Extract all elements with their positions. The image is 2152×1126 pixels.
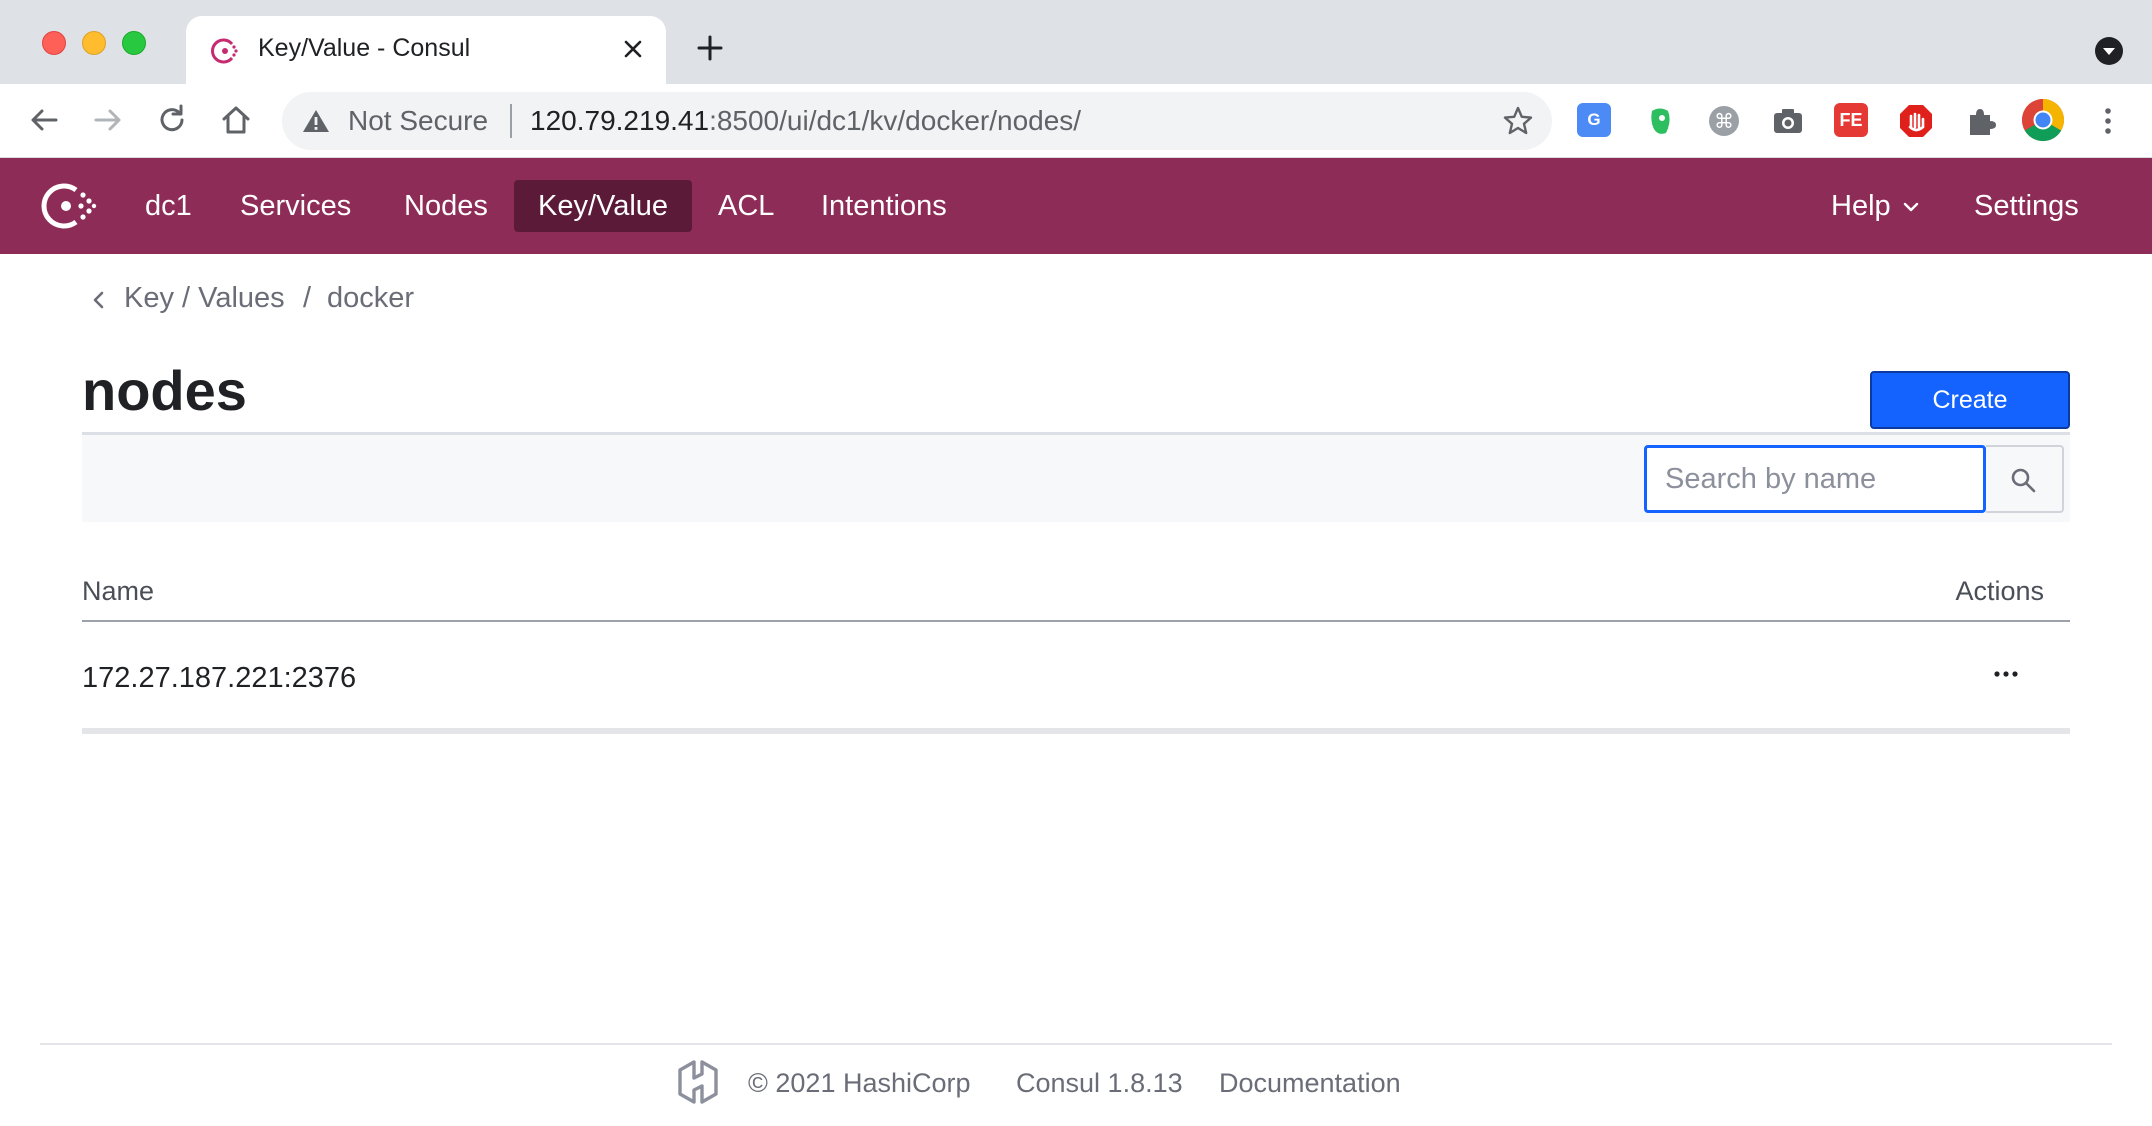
nav-item-intentions[interactable]: Intentions [797, 180, 971, 232]
camera-extension-icon[interactable] [1770, 103, 1806, 139]
warning-triangle-icon [303, 110, 329, 132]
evernote-extension-icon[interactable] [1642, 103, 1678, 139]
nav-item-services[interactable]: Services [216, 180, 375, 232]
more-horizontal-icon[interactable] [1982, 656, 2030, 692]
footer-documentation-link[interactable]: Documentation [1219, 1068, 1401, 1099]
url-host: 120.79.219.41 [530, 105, 710, 136]
footer-version[interactable]: Consul 1.8.13 [1016, 1068, 1183, 1099]
extensions-puzzle-icon[interactable] [1962, 103, 1998, 139]
not-secure-label: Not Secure [348, 105, 489, 136]
footer-divider [40, 1043, 2112, 1045]
forward-arrow-icon[interactable] [90, 102, 126, 138]
svg-text:⌘: ⌘ [1714, 109, 1734, 133]
maximize-window-button[interactable] [122, 31, 146, 55]
hashicorp-logo-icon[interactable] [676, 1058, 720, 1106]
nav-datacenter-dc1[interactable]: dc1 [121, 180, 216, 232]
browser-toolbar: Not Secure 120.79.219.41:8500/ui/dc1/kv/… [0, 84, 2152, 158]
chevron-down-icon [1903, 203, 1918, 212]
consul-top-nav: dc1 Services Nodes Key/Value ACL Intenti… [0, 158, 2152, 254]
page-title: nodes [82, 359, 247, 422]
nav-help-menu[interactable]: Help [1807, 180, 1943, 232]
nav-item-acl[interactable]: ACL [694, 180, 798, 232]
breadcrumb-separator: / [303, 282, 312, 314]
browser-titlebar: Key/Value - Consul [0, 0, 2152, 84]
table-header: Name Actions [82, 560, 2070, 622]
browser-tab-active[interactable]: Key/Value - Consul [186, 16, 666, 84]
nav-settings[interactable]: Settings [1950, 180, 2103, 232]
fe-extension-icon[interactable]: FE [1834, 103, 1868, 137]
consul-logo-icon[interactable] [38, 178, 98, 234]
tab-title: Key/Value - Consul [258, 34, 471, 62]
address-separator [510, 104, 512, 138]
table-row[interactable]: 172.27.187.221:2376 [82, 622, 2070, 734]
address-bar[interactable]: Not Secure 120.79.219.41:8500/ui/dc1/kv/… [282, 92, 1552, 150]
nav-item-nodes[interactable]: Nodes [380, 180, 512, 232]
close-tab-icon[interactable] [618, 34, 648, 64]
nav-help-label: Help [1831, 190, 1891, 222]
footer-copyright: © 2021 HashiCorp [748, 1068, 971, 1098]
back-arrow-icon[interactable] [26, 102, 62, 138]
tab-search-dropdown-icon[interactable] [2094, 36, 2124, 66]
home-icon[interactable] [218, 102, 254, 138]
breadcrumb-key-values[interactable]: Key / Values [124, 282, 285, 315]
reload-icon[interactable] [154, 102, 190, 138]
column-header-name: Name [82, 576, 155, 606]
browser-menu-icon[interactable] [2090, 103, 2126, 139]
create-button[interactable]: Create [1870, 371, 2070, 429]
consul-favicon-icon [211, 38, 238, 64]
chevron-left-icon [93, 291, 104, 309]
column-header-actions: Actions [1955, 576, 2044, 606]
search-button[interactable] [1986, 445, 2064, 513]
chrome-profile-icon[interactable] [2020, 97, 2066, 143]
url-text[interactable]: 120.79.219.41:8500/ui/dc1/kv/docker/node… [530, 105, 1081, 137]
search-input[interactable] [1644, 445, 1986, 513]
google-translate-extension-icon[interactable]: G [1577, 103, 1611, 137]
kv-key-name[interactable]: 172.27.187.221:2376 [82, 662, 356, 695]
new-tab-icon[interactable] [694, 32, 726, 64]
nav-item-key-value[interactable]: Key/Value [514, 180, 693, 232]
adblock-extension-icon[interactable] [1898, 103, 1934, 139]
breadcrumb-docker[interactable]: docker [327, 282, 414, 315]
url-path: :8500/ui/dc1/kv/docker/nodes/ [709, 105, 1082, 136]
search-icon [2011, 468, 2036, 493]
bookmark-star-icon[interactable] [1502, 105, 1534, 137]
close-window-button[interactable] [42, 31, 66, 55]
command-key-extension-icon[interactable]: ⌘ [1706, 103, 1742, 139]
minimize-window-button[interactable] [82, 31, 106, 55]
